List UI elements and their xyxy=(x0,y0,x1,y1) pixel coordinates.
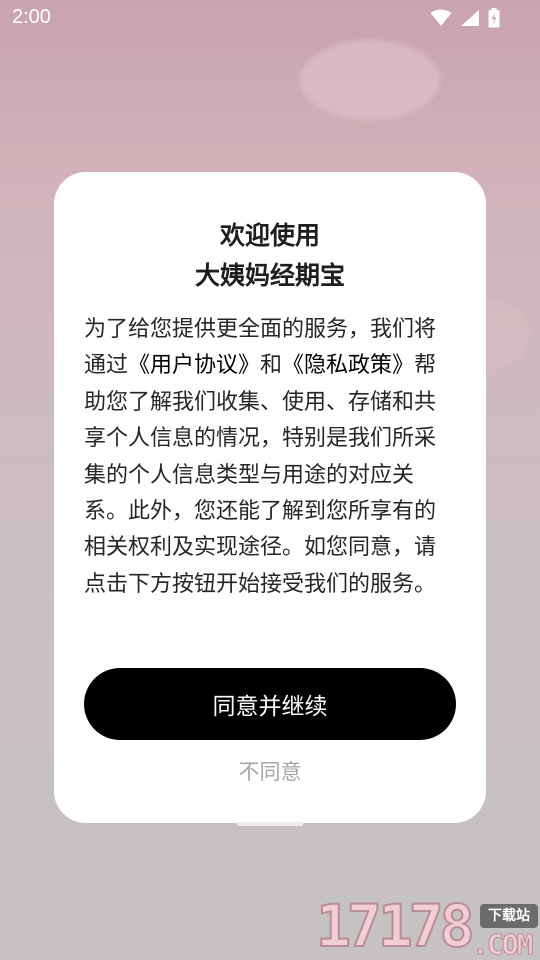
site-watermark: 17178 下载站 .COM xyxy=(315,891,540,960)
signal-icon xyxy=(461,10,479,26)
battery-charging-icon xyxy=(488,8,500,28)
dialog-title-line2: 大姨妈经期宝 xyxy=(194,261,345,290)
wifi-icon xyxy=(430,9,452,26)
watermark-domain: .COM xyxy=(471,928,533,960)
user-agreement-link[interactable]: 《用户协议》 xyxy=(128,353,260,378)
privacy-consent-dialog: 欢迎使用 大姨妈经期宝 为了给您提供更全面的服务，我们将通过《用户协议》和《隐私… xyxy=(54,172,486,823)
background-decoration xyxy=(300,40,440,120)
dialog-body-text: 为了给您提供更全面的服务，我们将通过《用户协议》和《隐私政策》帮助您了解我们收集… xyxy=(84,312,456,603)
dialog-title: 欢迎使用 大姨妈经期宝 xyxy=(54,216,486,296)
agree-button-label: 同意并继续 xyxy=(212,694,328,720)
dialog-title-line1: 欢迎使用 xyxy=(219,221,320,250)
background-button-hint xyxy=(237,822,303,826)
watermark-number: 17178 xyxy=(315,891,476,960)
body-rest: 帮助您了解我们收集、使用、存储和共享个人信息的情况，特别是我们所采集的个人信息类… xyxy=(84,353,437,597)
body-conjunction: 和 xyxy=(260,353,283,379)
status-bar: 2:00 xyxy=(0,0,540,36)
privacy-policy-link[interactable]: 《隐私政策》 xyxy=(282,353,414,378)
watermark-badge: 下载站 xyxy=(480,904,538,928)
status-icons xyxy=(430,8,500,28)
status-time: 2:00 xyxy=(12,6,51,28)
agree-continue-button[interactable]: 同意并继续 xyxy=(84,668,456,740)
disagree-button[interactable]: 不同意 xyxy=(54,754,486,790)
